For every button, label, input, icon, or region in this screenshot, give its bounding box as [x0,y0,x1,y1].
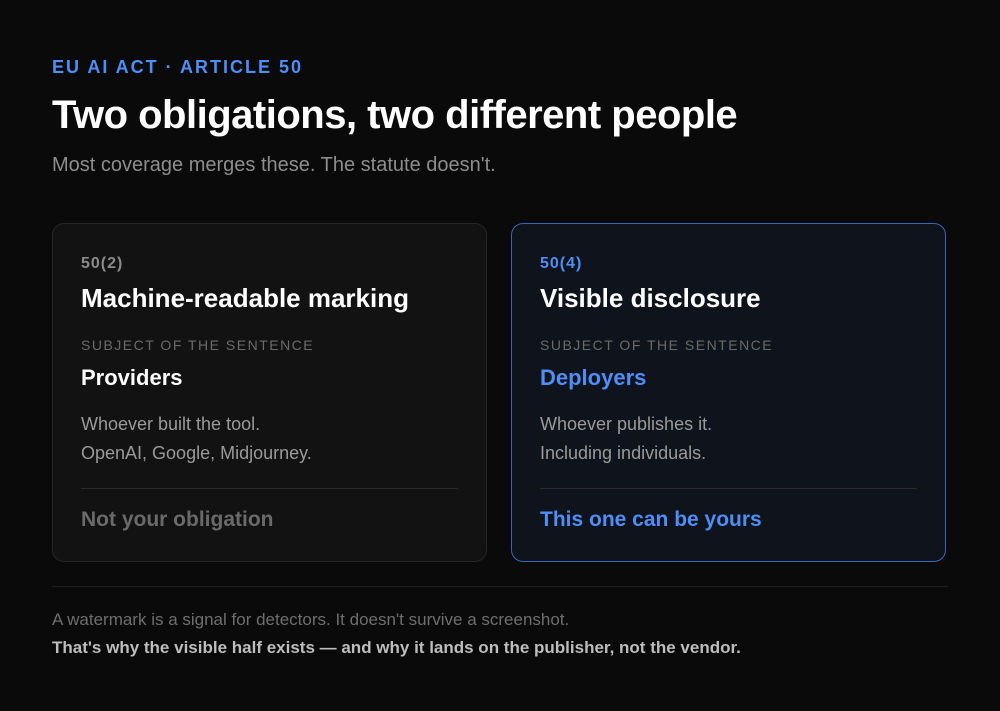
card-description: Whoever built the tool. OpenAI, Google, … [81,410,312,468]
card-description: Whoever publishes it. Including individu… [540,410,712,468]
card-divider [540,488,917,489]
card-description-line: Whoever publishes it. [540,414,713,434]
card-description-line: Whoever built the tool. [81,414,261,434]
card-title: Machine-readable marking [81,283,409,313]
page-subtitle: Most coverage merges these. The statute … [52,154,496,176]
card-subject: Deployers [540,365,647,390]
card-footer: This one can be yours [540,508,762,531]
footnote-emphasis: That's why the visible half exists — and… [52,638,741,657]
footnote-line: A watermark is a signal for detectors. I… [52,610,570,629]
card-code: 50(4) [540,255,583,272]
card-description-line: Including individuals. [540,443,707,463]
card-description-line: OpenAI, Google, Midjourney. [81,443,312,463]
card-sublabel: SUBJECT OF THE SENTENCE [81,337,315,353]
card-provider-marking: 50(2) Machine-readable marking SUBJECT O… [52,223,487,562]
page-title: Two obligations, two different people [52,93,738,137]
card-deployer-disclosure: 50(4) Visible disclosure SUBJECT OF THE … [511,223,946,562]
card-title: Visible disclosure [540,283,761,313]
eyebrow-label: EU AI ACT · ARTICLE 50 [52,57,304,77]
card-footer: Not your obligation [81,508,274,531]
card-sublabel: SUBJECT OF THE SENTENCE [540,337,774,353]
card-divider [81,488,458,489]
footer-divider [52,586,948,587]
card-code: 50(2) [81,255,124,272]
card-subject: Providers [81,365,183,390]
